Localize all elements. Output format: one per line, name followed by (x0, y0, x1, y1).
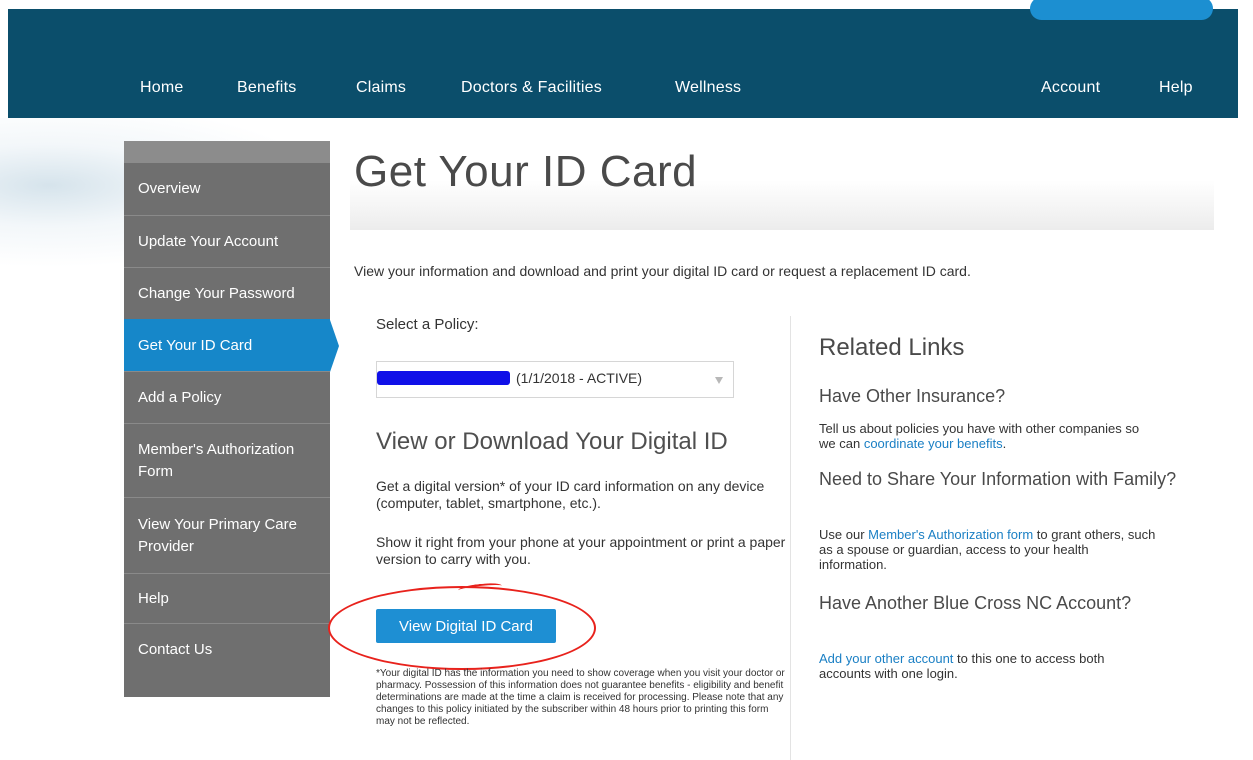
redacted-policy-name (377, 371, 510, 385)
sidebar-item-overview[interactable]: Overview (124, 163, 330, 215)
sidebar-item-authorization-form[interactable]: Member's Authorization Form (124, 423, 330, 497)
digital-id-disclaimer: *Your digital ID has the information you… (376, 668, 785, 727)
related-share-info-text: Use our Member's Authorization form to g… (819, 527, 1159, 572)
nav-claims[interactable]: Claims (356, 79, 406, 97)
digital-id-usage-text: Show it right from your phone at your ap… (376, 534, 786, 567)
sidebar-top-strip (124, 141, 330, 163)
related-other-insurance-heading: Have Other Insurance? (819, 386, 1006, 406)
column-divider (790, 316, 791, 760)
nav-benefits[interactable]: Benefits (237, 79, 296, 97)
sidebar-item-help[interactable]: Help (124, 573, 330, 623)
sidebar-item-primary-care-provider[interactable]: View Your Primary Care Provider (124, 497, 330, 573)
policy-select-label: Select a Policy: (376, 316, 479, 333)
sidebar-item-label: Overview (138, 180, 201, 198)
account-sidebar: Overview Update Your Account Change Your… (124, 141, 339, 697)
add-other-account-link[interactable]: Add your other account (819, 651, 953, 666)
nav-home[interactable]: Home (140, 79, 183, 97)
coordinate-benefits-link[interactable]: coordinate your benefits (864, 436, 1003, 451)
related-another-account-heading: Have Another Blue Cross NC Account? (819, 593, 1132, 613)
members-authorization-form-link[interactable]: Member's Authorization form (868, 527, 1033, 542)
related-other-insurance-text: Tell us about policies you have with oth… (819, 421, 1159, 451)
main-nav: Home Benefits Claims Doctors & Facilitie… (8, 79, 1238, 101)
sidebar-item-get-id-card[interactable]: Get Your ID Card (124, 319, 339, 372)
top-login-pill[interactable] (1030, 0, 1213, 20)
text-fragment: Use our (819, 527, 869, 542)
page-intro: View your information and download and p… (354, 263, 971, 279)
sidebar-item-contact-us[interactable]: Contact Us (124, 623, 330, 675)
nav-account[interactable]: Account (1041, 79, 1100, 97)
chevron-down-icon (715, 377, 723, 384)
sidebar-item-label: Member's Authorization Form (138, 440, 295, 480)
policy-select[interactable]: (1/1/2018 - ACTIVE) (376, 361, 734, 398)
sidebar-item-label: Change Your Password (138, 284, 295, 302)
view-digital-id-button[interactable]: View Digital ID Card (376, 609, 556, 643)
nav-wellness[interactable]: Wellness (675, 79, 741, 97)
related-share-info-heading: Need to Share Your Information with Fami… (819, 469, 1177, 489)
sidebar-item-label: Get Your ID Card (138, 336, 253, 354)
sidebar-item-label: Update Your Account (138, 232, 279, 250)
digital-id-description: Get a digital version* of your ID card i… (376, 478, 765, 511)
sidebar-item-label: Add a Policy (138, 388, 222, 406)
text-fragment: . (1002, 436, 1007, 451)
top-navigation-bar: Home Benefits Claims Doctors & Facilitie… (8, 0, 1238, 118)
nav-help[interactable]: Help (1159, 79, 1193, 97)
related-another-account-text: Add your other account to this one to ac… (819, 651, 1159, 681)
digital-id-heading: View or Download Your Digital ID (376, 428, 728, 455)
sidebar-item-label: Help (138, 589, 169, 607)
sidebar-item-label: View Your Primary Care Provider (138, 515, 297, 555)
related-links-title: Related Links (819, 334, 965, 361)
policy-select-value: (1/1/2018 - ACTIVE) (516, 370, 643, 386)
sidebar-item-add-policy[interactable]: Add a Policy (124, 371, 330, 423)
sidebar-item-update-account[interactable]: Update Your Account (124, 215, 330, 267)
sidebar-item-label: Contact Us (138, 640, 213, 658)
page-title: Get Your ID Card (354, 147, 698, 196)
nav-doctors-facilities[interactable]: Doctors & Facilities (461, 79, 602, 97)
sidebar-item-change-password[interactable]: Change Your Password (124, 267, 330, 319)
